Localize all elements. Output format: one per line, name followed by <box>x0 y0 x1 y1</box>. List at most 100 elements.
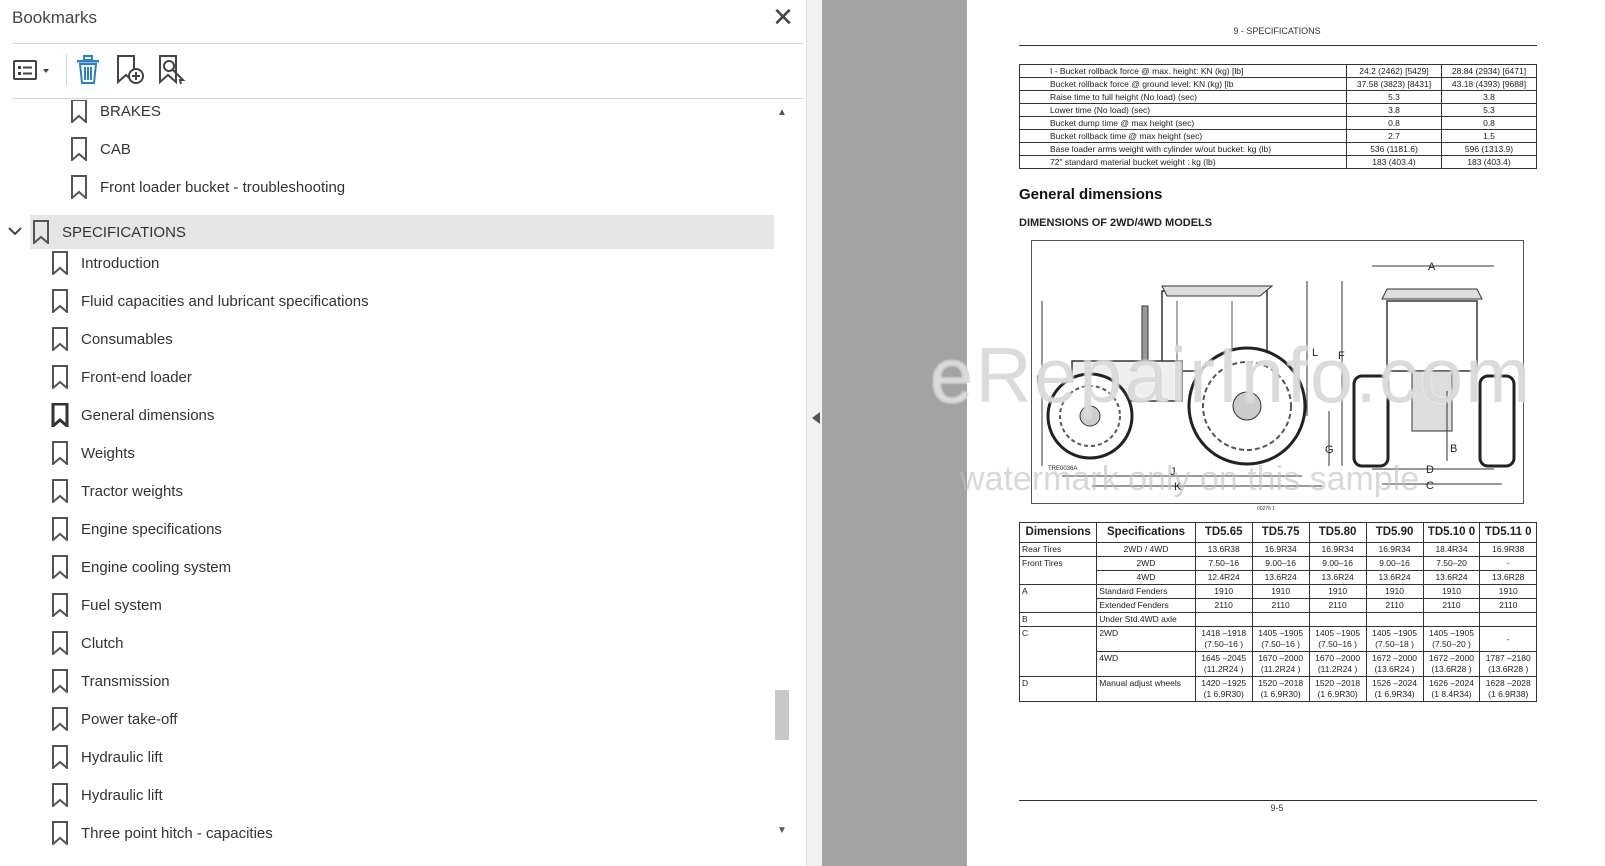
table-row: Lower time (No load) (sec) 3.8 5.3 <box>1019 103 1537 117</box>
table-cell: 16.9R34 <box>1365 542 1424 557</box>
table-cell: 18.4R34 <box>1422 542 1481 557</box>
table-cell: 2.7 <box>1346 129 1442 143</box>
table-header: TD5.90 <box>1365 522 1424 543</box>
table-row: Bucket rollback time @ max height (sec) … <box>1019 129 1537 143</box>
table-cell: 1672 –2000 (13.6R28 ) <box>1422 651 1481 677</box>
table-cell: 1405 –1905 (7.50–18 ) <box>1365 626 1424 652</box>
bookmark-item[interactable]: Engine specifications <box>51 512 222 546</box>
dimensions-table: Dimensions Specifications TD5.65 TD5.75 … <box>1018 522 1537 702</box>
bookmark-item[interactable]: BRAKES <box>70 100 161 128</box>
chevron-down-icon[interactable] <box>6 222 24 240</box>
panel-splitter[interactable] <box>806 0 823 866</box>
bookmark-icon <box>51 250 71 276</box>
bookmark-item-current[interactable]: General dimensions <box>51 398 214 432</box>
table-cell: 4WD <box>1096 570 1196 585</box>
table-header: TD5.80 <box>1308 522 1367 543</box>
loader-specs-table: I - Bucket rollback force @ max. height:… <box>1019 64 1537 169</box>
table-cell: 9.00–16 <box>1365 556 1424 571</box>
bookmark-item[interactable]: Front-end loader <box>51 360 192 394</box>
table-cell: C <box>1018 626 1098 677</box>
bookmark-item[interactable]: Fuel system <box>51 588 162 622</box>
bookmark-icon <box>51 478 71 504</box>
bookmark-label: Three point hitch - capacities <box>81 824 273 842</box>
table-cell: 1405 –1905 (7.50–16 ) <box>1251 626 1310 652</box>
bookmark-item[interactable]: Engine cooling system <box>51 550 231 584</box>
table-cell: 183 (403.4) <box>1346 155 1442 169</box>
collapse-panel-icon[interactable] <box>812 412 820 424</box>
table-cell: 1418 –1918 (7.50–16 ) <box>1194 626 1253 652</box>
table-row: Bucket dump time @ max height (sec) 0.8 … <box>1019 116 1537 130</box>
bookmark-item[interactable]: Weights <box>51 436 135 470</box>
bookmark-label: Engine cooling system <box>81 558 232 576</box>
table-cell: - <box>1479 556 1537 571</box>
bookmark-icon <box>51 516 71 542</box>
delete-bookmark-button[interactable] <box>74 52 102 88</box>
table-cell: 13.6R28 <box>1479 570 1537 585</box>
bookmark-label: General dimensions <box>81 406 215 424</box>
bookmark-item[interactable]: Consumables <box>51 322 173 356</box>
find-current-bookmark-button[interactable] <box>156 52 188 88</box>
table-cell: 1910 <box>1479 584 1537 599</box>
table-header-row: Dimensions Specifications TD5.65 TD5.75 … <box>1018 522 1537 543</box>
table-row: Bucket rollback force @ ground level: KN… <box>1019 77 1537 91</box>
table-cell: Extended Fenders <box>1096 598 1196 613</box>
dim-label-j: J <box>1170 466 1176 478</box>
table-cell: 13.6R24 <box>1308 570 1367 585</box>
bookmark-tree: BRAKES CAB Front loader bucket - trouble… <box>0 100 790 866</box>
table-cell: A <box>1018 584 1098 613</box>
bookmark-item[interactable]: Front loader bucket - troubleshooting <box>70 170 345 204</box>
bookmark-item[interactable]: Hydraulic lift <box>51 740 163 774</box>
table-cell: I - Bucket rollback force @ max. height:… <box>1019 64 1347 78</box>
bookmark-item[interactable]: Tractor weights <box>51 474 183 508</box>
close-panel-button[interactable]: ✕ <box>770 4 796 30</box>
table-cell: 24.2 (2462) [5429] <box>1346 64 1442 78</box>
table-cell: 1910 <box>1422 584 1481 599</box>
table-cell: 43.18 (4393) [9688] <box>1441 77 1537 91</box>
bookmark-icon <box>51 706 71 732</box>
section-title: General dimensions <box>1019 186 1163 203</box>
table-cell: 16.9R34 <box>1251 542 1310 557</box>
table-cell: 1405 –1905 (7.50–16 ) <box>1308 626 1367 652</box>
table-cell: Raise time to full height (No load) (sec… <box>1019 90 1347 104</box>
bookmark-item[interactable]: Fluid capacities and lubricant specifica… <box>51 284 369 318</box>
table-cell: 37.58 (3823) [8431] <box>1346 77 1442 91</box>
bookmark-label: BRAKES <box>100 102 161 120</box>
table-cell: Bucket dump time @ max height (sec) <box>1019 116 1347 130</box>
bookmark-item[interactable]: Transmission <box>51 664 170 698</box>
bookmark-item-specifications[interactable]: SPECIFICATIONS <box>30 215 774 249</box>
scroll-down-arrow-icon[interactable]: ▼ <box>774 822 790 840</box>
footer-rule <box>1019 800 1537 801</box>
table-cell: 1910 <box>1251 584 1310 599</box>
table-cell: B <box>1018 612 1098 627</box>
bookmark-item[interactable]: Three point hitch - capacities <box>51 816 273 850</box>
table-cell: 1626 –2024 (1 8.4R34) <box>1422 676 1481 702</box>
bookmark-item[interactable]: Introduction <box>51 246 159 280</box>
header-rule <box>1019 45 1537 46</box>
table-cell: 72" standard material bucket weight : kg… <box>1019 155 1347 169</box>
bookmark-item[interactable]: Clutch <box>51 626 124 660</box>
table-cell: 0.8 <box>1441 116 1537 130</box>
bookmark-item[interactable]: Hydraulic lift <box>51 778 163 812</box>
table-cell: 13.6R24 <box>1422 570 1481 585</box>
figure-reference: TRE0036A <box>1048 466 1077 472</box>
table-cell: 1526 –2024 (1 6.9R34) <box>1365 676 1424 702</box>
table-row: 72" standard material bucket weight : kg… <box>1019 155 1537 169</box>
bookmarks-panel: Bookmarks ✕ BRAKES CAB Front loader buck… <box>0 0 806 866</box>
table-cell: D <box>1018 676 1098 702</box>
dim-label-a: A <box>1428 261 1436 273</box>
bookmark-item[interactable]: CAB <box>70 132 131 166</box>
scroll-up-arrow-icon[interactable]: ▲ <box>774 104 790 122</box>
table-cell: 2WD / 4WD <box>1096 542 1196 557</box>
new-bookmark-button[interactable] <box>114 52 146 88</box>
options-menu-button[interactable] <box>12 52 56 88</box>
table-row: B Under Std.4WD axle <box>1018 612 1537 627</box>
scrollbar-thumb[interactable] <box>775 690 789 740</box>
bookmark-label: Front loader bucket - troubleshooting <box>100 178 346 196</box>
dim-label-e: E <box>1036 374 1043 386</box>
bookmark-icon <box>51 630 71 656</box>
document-page: 9 - SPECIFICATIONS I - Bucket rollback f… <box>967 0 1605 866</box>
bookmark-item[interactable]: Power take-off <box>51 702 177 736</box>
table-cell: Rear Tires <box>1018 542 1098 557</box>
bookmark-icon <box>51 554 71 580</box>
table-cell: Base loader arms weight with cylinder w/… <box>1019 142 1347 156</box>
